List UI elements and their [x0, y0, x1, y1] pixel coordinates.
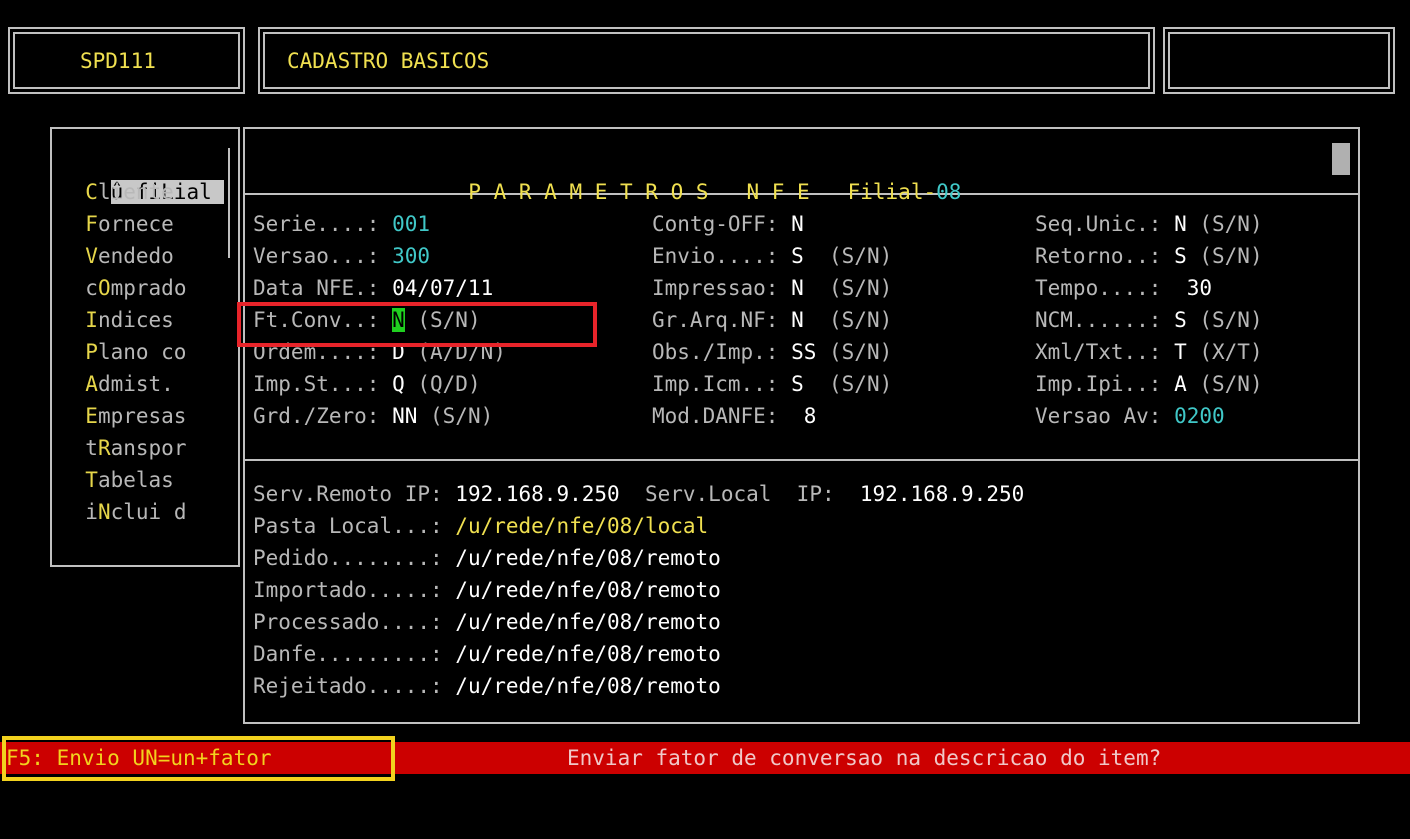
ftconv-highlight-box	[237, 302, 597, 347]
right-header-box-inner	[1168, 32, 1390, 89]
menu-item-cliente[interactable]: Cliente	[60, 176, 174, 208]
field-versao[interactable]: Versao...: 300	[253, 240, 430, 272]
menu-item-comprado[interactable]: cOmprado	[60, 272, 186, 304]
field-obs-imp[interactable]: Obs./Imp.: SS (S/N)	[652, 336, 892, 368]
field-danfe[interactable]: Danfe.........: /u/rede/nfe/08/remoto	[253, 638, 721, 670]
menu-item-indices[interactable]: Indices	[60, 304, 174, 336]
field-serie[interactable]: Serie....: 001	[253, 208, 430, 240]
field-rejeitado[interactable]: Rejeitado.....: /u/rede/nfe/08/remoto	[253, 670, 721, 702]
field-pasta-local[interactable]: Pasta Local...: /u/rede/nfe/08/local	[253, 510, 708, 542]
field-imp-icm[interactable]: Imp.Icm..: S (S/N)	[652, 368, 892, 400]
field-seq-unic[interactable]: Seq.Unic.: N (S/N)	[1035, 208, 1263, 240]
field-xml-txt[interactable]: Xml/Txt..: T (X/T)	[1035, 336, 1263, 368]
field-imp-ipi[interactable]: Imp.Ipi..: A (S/N)	[1035, 368, 1263, 400]
menu-item-empresas[interactable]: Empresas	[60, 400, 186, 432]
field-envio[interactable]: Envio....: S (S/N)	[652, 240, 892, 272]
menu-item-admist[interactable]: Admist.	[60, 368, 174, 400]
field-versao-av[interactable]: Versao Av: 0200	[1035, 400, 1225, 432]
panel-title: P A R A M E T R O S N F E Filial-08	[468, 180, 962, 204]
field-gr-arq-nf[interactable]: Gr.Arq.NF: N (S/N)	[652, 304, 892, 336]
keyhint-highlight-box	[2, 736, 395, 781]
field-ncm[interactable]: NCM......: S (S/N)	[1035, 304, 1263, 336]
field-grd-zero[interactable]: Grd./Zero: NN (S/N)	[253, 400, 493, 432]
field-serv-ip[interactable]: Serv.Remoto IP: 192.168.9.250 Serv.Local…	[253, 478, 1024, 510]
field-retorno[interactable]: Retorno..: S (S/N)	[1035, 240, 1263, 272]
field-mod-danfe[interactable]: Mod.DANFE: 8	[652, 400, 816, 432]
field-impressao[interactable]: Impressao: N (S/N)	[652, 272, 892, 304]
field-contg-off[interactable]: Contg-OFF: N	[652, 208, 804, 240]
field-data-nfe[interactable]: Data NFE.: 04/07/11	[253, 272, 493, 304]
menu-item-plano[interactable]: Plano co	[60, 336, 186, 368]
menu-item-fornece[interactable]: Fornece	[60, 208, 174, 240]
field-pedido[interactable]: Pedido........: /u/rede/nfe/08/remoto	[253, 542, 721, 574]
screen-title: CADASTRO BASICOS	[287, 49, 490, 73]
scrollbar-thumb[interactable]	[1332, 143, 1350, 175]
program-code: SPD111	[80, 49, 156, 73]
menu-item-inclui[interactable]: iNclui d	[60, 496, 186, 528]
menu-item-transpor[interactable]: tRanspor	[60, 432, 186, 464]
menu-item-tabelas[interactable]: Tabelas	[60, 464, 174, 496]
field-tempo[interactable]: Tempo....: 30	[1035, 272, 1212, 304]
status-message: Enviar fator de conversao na descricao d…	[567, 746, 1162, 770]
panel-section-divider	[243, 459, 1360, 461]
field-processado[interactable]: Processado....: /u/rede/nfe/08/remoto	[253, 606, 721, 638]
field-importado[interactable]: Importado.....: /u/rede/nfe/08/remoto	[253, 574, 721, 606]
field-imp-st[interactable]: Imp.St...: Q (Q/D)	[253, 368, 481, 400]
menu-inner-divider	[228, 148, 230, 258]
menu-item-vendedo[interactable]: Vendedo	[60, 240, 174, 272]
